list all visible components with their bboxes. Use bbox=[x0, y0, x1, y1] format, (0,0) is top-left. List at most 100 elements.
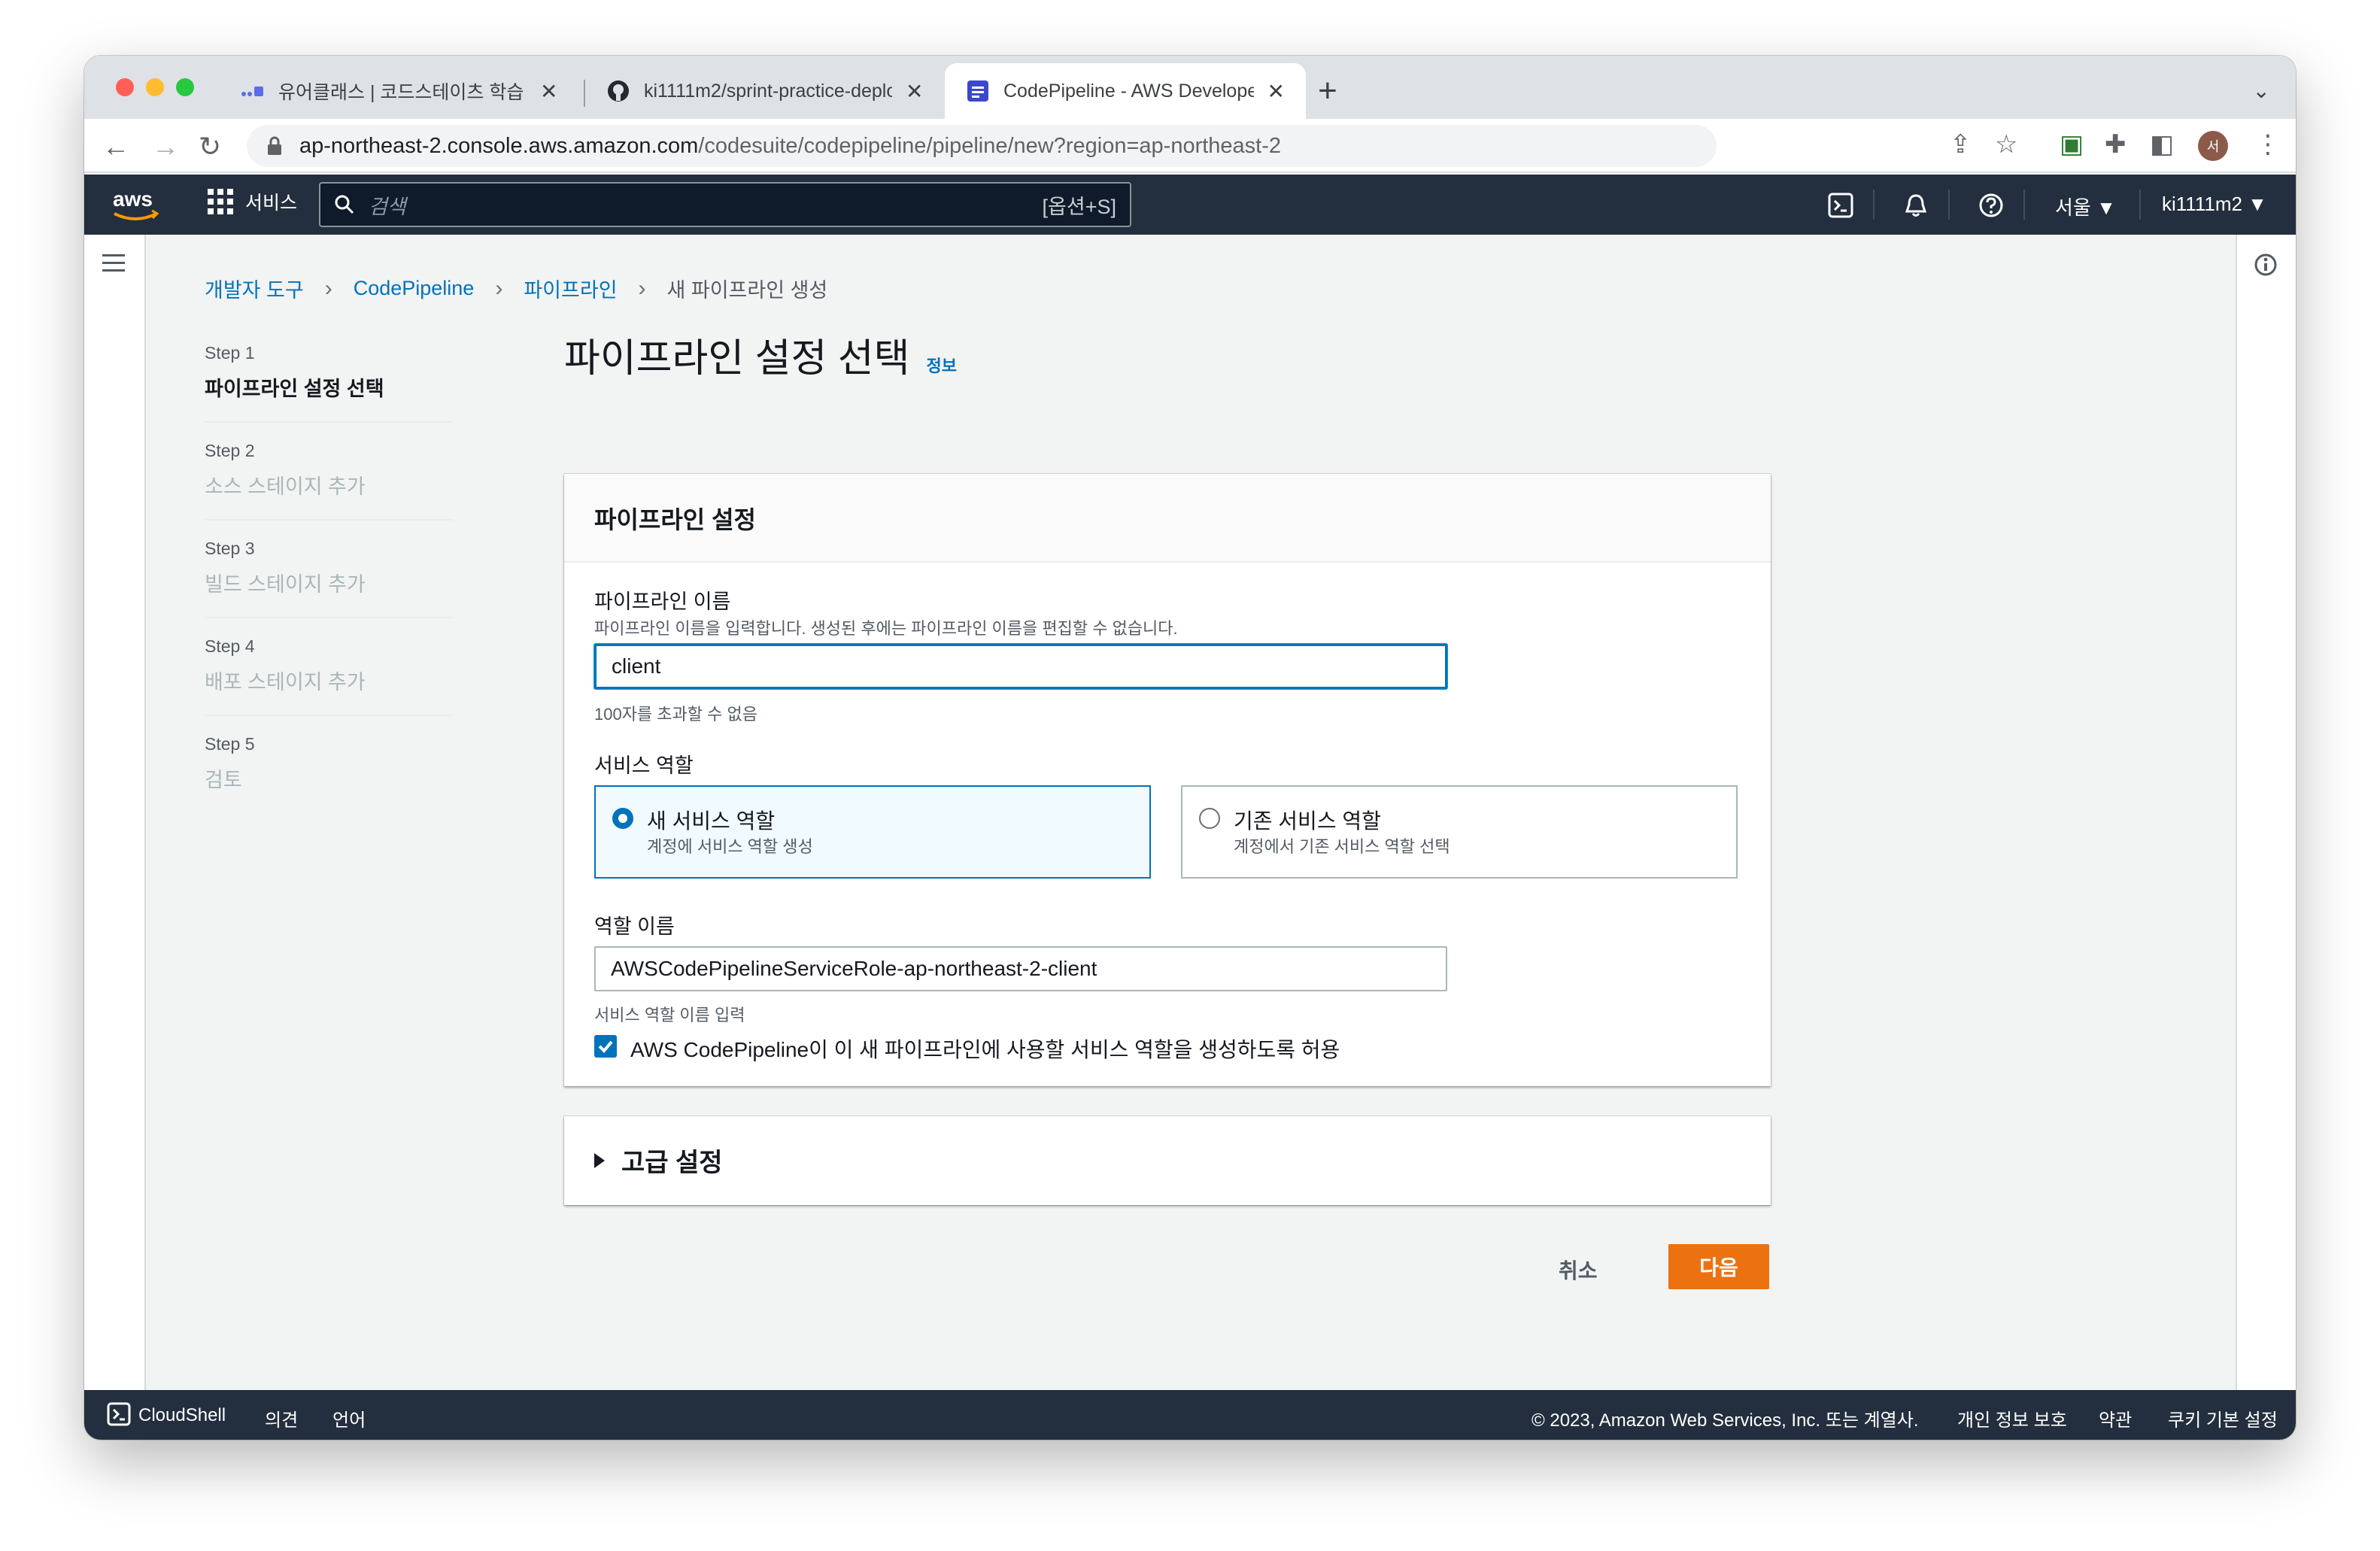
step-name: 빌드 스테이지 추가 bbox=[205, 573, 366, 596]
pipeline-name-label: 파이프라인 이름 bbox=[594, 590, 731, 613]
role-name-input[interactable]: AWSCodePipelineServiceRole-ap-northeast-… bbox=[594, 946, 1447, 991]
aws-search-input[interactable]: 검색 [옵션+S] bbox=[319, 182, 1131, 227]
step-name: 배포 스테이지 추가 bbox=[205, 671, 366, 694]
region-selector[interactable]: 서울 ▼ bbox=[2055, 193, 2116, 220]
step-name: 파이프라인 설정 선택 bbox=[205, 378, 384, 400]
browser-toolbar: ← → ↻ ap-northeast-2.console.aws.amazon.… bbox=[84, 119, 2296, 173]
panel-header: 파이프라인 설정 bbox=[564, 474, 1771, 563]
breadcrumb-codepipeline[interactable]: CodePipeline bbox=[354, 277, 475, 300]
aws-console-header: aws 서비스 검색 [옵션+S] 서울 ▼ ki1111m2 ▼ bbox=[84, 175, 2296, 235]
checkmark-icon bbox=[598, 1040, 613, 1053]
search-shortcut: [옵션+S] bbox=[1042, 195, 1116, 218]
codepipeline-icon bbox=[966, 79, 990, 103]
new-service-role-title: 새 서비스 역할 bbox=[647, 809, 776, 833]
tab-title: CodePipeline - AWS Developer Tools bbox=[1003, 80, 1254, 102]
header-divider bbox=[1873, 190, 1875, 220]
breadcrumb-current: 새 파이프라인 생성 bbox=[666, 279, 828, 302]
pipeline-name-description: 파이프라인 이름을 입력합니다. 생성된 후에는 파이프라인 이름을 편집할 수… bbox=[594, 619, 1178, 638]
bookmark-star-icon[interactable]: ☆ bbox=[1995, 129, 2017, 159]
step-number: Step 3 bbox=[205, 539, 255, 558]
advanced-settings-panel[interactable]: 고급 설정 bbox=[564, 1116, 1771, 1205]
cancel-button[interactable]: 취소 bbox=[1544, 1247, 1613, 1292]
terms-link[interactable]: 약관 bbox=[2099, 1405, 2132, 1431]
advanced-settings-label: 고급 설정 bbox=[621, 1149, 723, 1177]
feedback-link[interactable]: 의견 bbox=[265, 1405, 298, 1431]
lock-icon bbox=[268, 136, 281, 155]
url-path: /codesuite/codepipeline/pipeline/new?reg… bbox=[698, 133, 1282, 158]
close-window-button[interactable] bbox=[116, 78, 134, 96]
cookie-preferences-link[interactable]: 쿠키 기본 설정 bbox=[2168, 1405, 2278, 1431]
step-number: Step 5 bbox=[205, 734, 255, 754]
services-label: 서비스 bbox=[245, 193, 298, 214]
info-panel-icon[interactable] bbox=[2254, 253, 2278, 277]
console-footer: CloudShell 의견 언어 © 2023, Amazon Web Serv… bbox=[84, 1390, 2296, 1440]
services-grid-icon bbox=[208, 189, 233, 214]
language-link[interactable]: 언어 bbox=[332, 1405, 366, 1431]
browser-tab-codepipeline[interactable]: CodePipeline - AWS Developer Tools ✕ bbox=[945, 63, 1306, 119]
breadcrumb-developer-tools[interactable]: 개발자 도구 bbox=[205, 274, 304, 303]
side-panel-icon[interactable]: ◧ bbox=[2150, 129, 2174, 159]
new-tab-button[interactable]: + bbox=[1318, 72, 1337, 110]
wizard-step-3: Step 3 빌드 스테이지 추가 bbox=[205, 539, 453, 618]
info-link[interactable]: 정보 bbox=[926, 353, 956, 377]
help-icon[interactable] bbox=[1978, 193, 2004, 218]
breadcrumb: 개발자 도구 › CodePipeline › 파이프라인 › 새 파이프라인 … bbox=[205, 274, 827, 303]
pipeline-settings-panel: 파이프라인 설정 파이프라인 이름 파이프라인 이름을 입력합니다. 생성된 후… bbox=[564, 474, 1771, 1086]
cloudshell-icon[interactable] bbox=[107, 1402, 131, 1426]
page-title: 파이프라인 설정 선택 bbox=[564, 337, 910, 381]
tab-search-chevron-icon[interactable]: ⌄ bbox=[2253, 78, 2270, 103]
new-service-role-option[interactable]: 새 서비스 역할 계정에 서비스 역할 생성 bbox=[594, 785, 1151, 879]
aws-logo[interactable]: aws bbox=[110, 185, 162, 224]
browser-tab-codestates[interactable]: 유어클래스 | 코드스테이츠 학습 플랫폼 ✕ bbox=[220, 63, 578, 119]
privacy-link[interactable]: 개인 정보 보호 bbox=[1957, 1405, 2067, 1431]
new-service-role-desc: 계정에 서비스 역할 생성 bbox=[647, 837, 813, 856]
browser-tab-github[interactable]: ki1111m2/sprint-practice-deploy ✕ bbox=[585, 63, 944, 119]
reload-icon[interactable]: ↻ bbox=[199, 131, 221, 162]
close-tab-icon[interactable]: ✕ bbox=[906, 79, 923, 104]
existing-service-role-option[interactable]: 기존 서비스 역할 계정에서 기존 서비스 역할 선택 bbox=[1181, 785, 1738, 879]
chevron-right-icon: › bbox=[495, 275, 503, 301]
screen: 유어클래스 | 코드스테이츠 학습 플랫폼 ✕ ki1111m2/sprint-… bbox=[0, 0, 2380, 1551]
allow-role-checkbox[interactable] bbox=[594, 1035, 617, 1058]
close-tab-icon[interactable]: ✕ bbox=[540, 79, 557, 104]
notifications-bell-icon[interactable] bbox=[1903, 193, 1929, 218]
profile-avatar[interactable]: 서 bbox=[2198, 131, 2228, 161]
allow-role-checkbox-label[interactable]: AWS CodePipeline이 이 새 파이프라인에 사용할 서비스 역할을… bbox=[630, 1033, 1340, 1064]
advanced-settings-toggle[interactable]: 고급 설정 bbox=[594, 1142, 723, 1179]
services-menu-button[interactable]: 서비스 bbox=[208, 188, 297, 215]
radio-unselected-icon[interactable] bbox=[1199, 808, 1220, 829]
close-tab-icon[interactable]: ✕ bbox=[1267, 79, 1285, 104]
address-bar[interactable]: ap-northeast-2.console.aws.amazon.com/co… bbox=[247, 125, 1717, 167]
next-button[interactable]: 다음 bbox=[1668, 1244, 1769, 1289]
header-divider bbox=[2139, 190, 2141, 220]
step-name: 소스 스테이지 추가 bbox=[205, 475, 366, 498]
step-name: 검토 bbox=[205, 769, 242, 791]
console-content: 개발자 도구 › CodePipeline › 파이프라인 › 새 파이프라인 … bbox=[84, 235, 2296, 1390]
hamburger-menu-icon[interactable] bbox=[102, 254, 125, 272]
role-name-value: AWSCodePipelineServiceRole-ap-northeast-… bbox=[611, 957, 1097, 980]
step-number: Step 1 bbox=[205, 343, 255, 363]
role-name-label: 역할 이름 bbox=[594, 915, 675, 938]
copyright-text: © 2023, Amazon Web Services, Inc. 또는 계열사… bbox=[1532, 1410, 1919, 1431]
role-name-hint: 서비스 역할 이름 입력 bbox=[594, 1006, 745, 1024]
extensions-puzzle-icon[interactable]: ✚ bbox=[2105, 129, 2127, 159]
codestates-icon bbox=[241, 79, 265, 103]
translate-extension-icon[interactable]: ▣ bbox=[2060, 129, 2084, 159]
tab-title: ki1111m2/sprint-practice-deploy bbox=[644, 80, 892, 102]
forward-arrow-icon[interactable]: → bbox=[152, 131, 179, 162]
caret-right-icon bbox=[594, 1152, 605, 1168]
back-arrow-icon[interactable]: ← bbox=[102, 131, 129, 162]
wizard-step-5: Step 5 검토 bbox=[205, 734, 453, 812]
cloudshell-link[interactable]: CloudShell bbox=[138, 1405, 226, 1426]
breadcrumb-pipelines[interactable]: 파이프라인 bbox=[524, 274, 617, 303]
maximize-window-button[interactable] bbox=[176, 78, 194, 96]
radio-selected-icon[interactable] bbox=[612, 808, 633, 829]
tab-title: 유어클래스 | 코드스테이츠 학습 플랫폼 bbox=[278, 82, 527, 103]
browser-menu-icon[interactable]: ⋮ bbox=[2255, 129, 2281, 159]
share-icon[interactable]: ⇪ bbox=[1950, 129, 1972, 159]
pipeline-name-input[interactable]: client bbox=[594, 644, 1447, 689]
cloudshell-icon[interactable] bbox=[1828, 193, 1853, 218]
minimize-window-button[interactable] bbox=[146, 78, 164, 96]
account-menu[interactable]: ki1111m2 ▼ bbox=[2162, 193, 2267, 216]
browser-window: 유어클래스 | 코드스테이츠 학습 플랫폼 ✕ ki1111m2/sprint-… bbox=[84, 56, 2296, 1440]
